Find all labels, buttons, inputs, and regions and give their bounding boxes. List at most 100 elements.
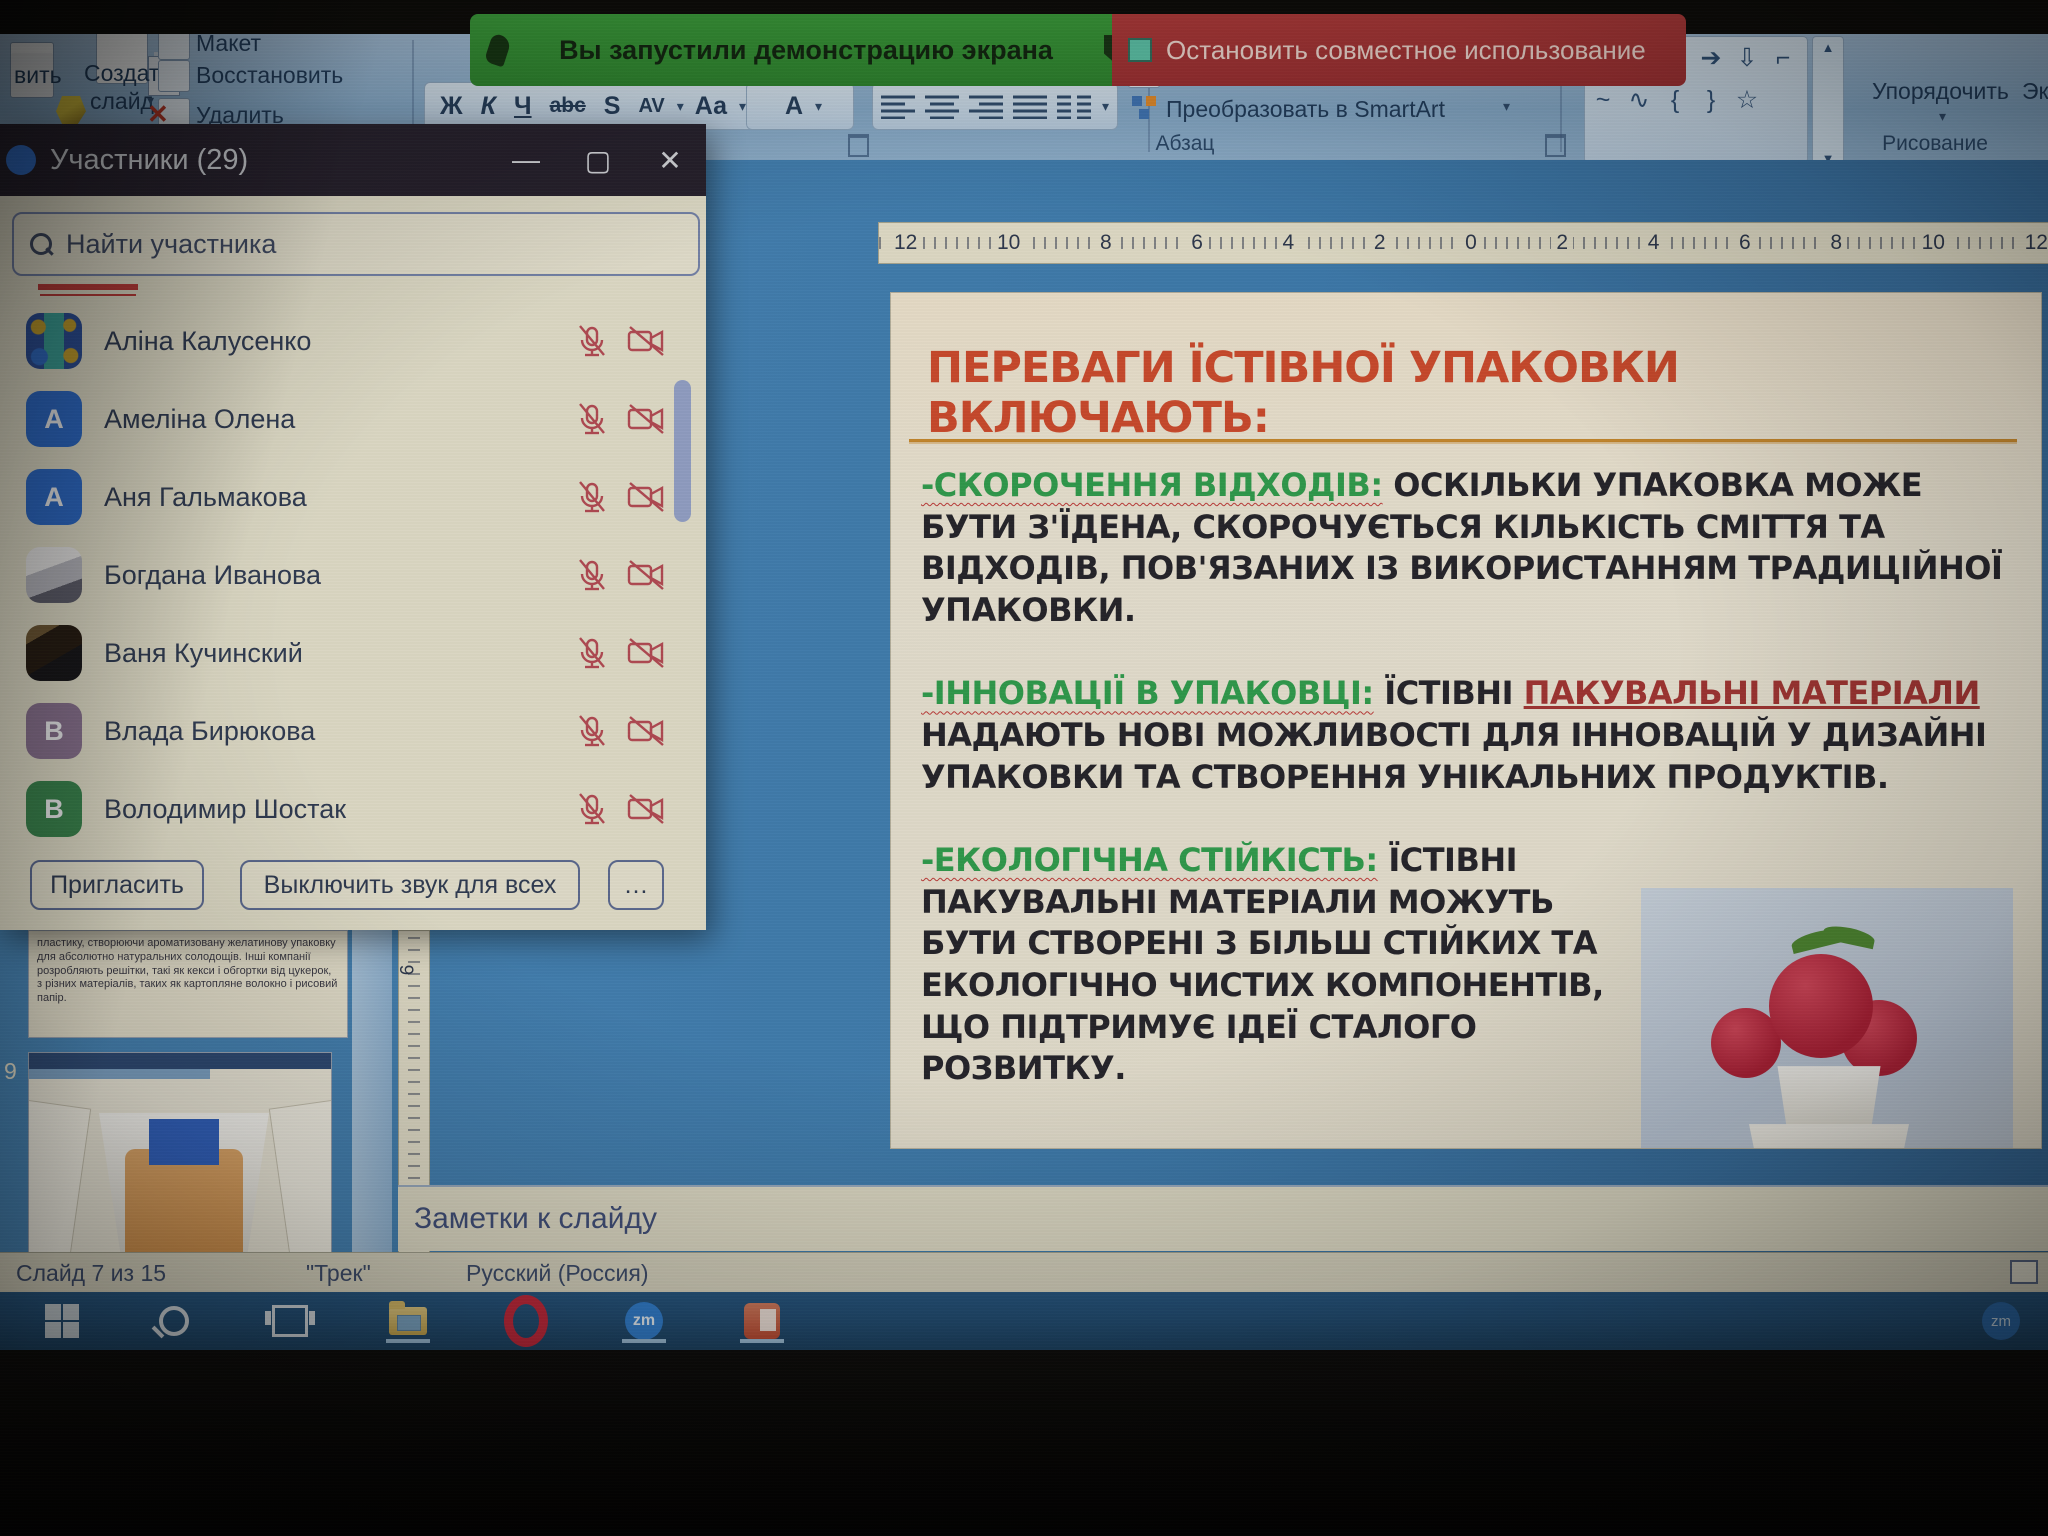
font-dialog-launcher-icon[interactable] [848, 134, 869, 157]
shape-glyph-icon[interactable]: } [1707, 86, 1715, 115]
shape-glyph-icon[interactable]: { [1671, 86, 1679, 115]
camera-off-icon[interactable] [626, 323, 666, 359]
align-center-button[interactable] [925, 93, 959, 119]
align-right-button[interactable] [969, 93, 1003, 119]
stop-share-label: Остановить совместное использование [1166, 35, 1646, 66]
mic-muted-icon[interactable] [574, 557, 610, 593]
maximize-button[interactable]: ▢ [562, 144, 634, 177]
avatar-letter: А [44, 404, 64, 435]
powerpoint-icon [744, 1303, 780, 1339]
zoom-tray-icon[interactable]: zm [1982, 1302, 2020, 1340]
mic-muted-icon[interactable] [574, 323, 610, 359]
mic-muted-icon[interactable] [574, 791, 610, 827]
paste-button-label[interactable]: вить [14, 62, 62, 89]
participant-row[interactable]: А Аня Гальмакова [0, 458, 706, 536]
slide-8-thumbnail[interactable]: пластику, створюючи ароматизовану желати… [28, 930, 348, 1038]
slide-body-text[interactable]: -СКОРОЧЕННЯ ВІДХОДІВ: ОСКІЛЬКИ УПАКОВКА … [921, 465, 2013, 1149]
participants-scrollbar[interactable] [674, 380, 691, 522]
reset-icon[interactable] [158, 60, 190, 92]
zoom-app-button[interactable]: zm [622, 1299, 666, 1343]
more-options-button[interactable]: … [608, 860, 664, 910]
mic-muted-icon[interactable] [574, 479, 610, 515]
mute-all-button[interactable]: Выключить звук для всех [240, 860, 580, 910]
zoom-icon: zm [625, 1302, 663, 1340]
justify-button[interactable] [1013, 93, 1047, 119]
express-styles-label[interactable]: Экспресс- [2022, 78, 2048, 105]
ruler-number: 12 [889, 231, 922, 255]
character-spacing-button[interactable]: AV [631, 93, 671, 120]
avatar: А [26, 391, 82, 447]
camera-off-icon[interactable] [626, 791, 666, 827]
underline-button[interactable]: Ч [507, 90, 539, 123]
mic-muted-icon[interactable] [574, 635, 610, 671]
task-view-button[interactable] [268, 1299, 312, 1343]
participant-row[interactable]: Ваня Кучинский [0, 614, 706, 692]
bold-button[interactable]: Ж [433, 90, 470, 123]
mic-muted-icon[interactable] [574, 401, 610, 437]
participant-row[interactable]: В Влада Бирюкова [0, 692, 706, 770]
font-color-caret-icon[interactable]: ▾ [815, 98, 822, 115]
align-left-button[interactable] [881, 93, 915, 119]
paragraph-dialog-launcher-icon[interactable] [1545, 134, 1566, 157]
camera-off-icon[interactable] [626, 401, 666, 437]
minimize-button[interactable]: — [490, 144, 562, 176]
slide-9-number: 9 [4, 1058, 17, 1085]
packaging-materials-link[interactable]: ПАКУВАЛЬНІ МАТЕРІАЛИ [1524, 674, 1980, 712]
camera-off-icon[interactable] [626, 479, 666, 515]
character-spacing-caret-icon[interactable]: ▾ [677, 98, 684, 115]
shape-glyph-icon[interactable]: ➔ [1701, 43, 1722, 73]
shape-glyph-icon[interactable]: ⌐ [1776, 44, 1791, 73]
arrange-label[interactable]: Упорядочить [1872, 78, 2009, 105]
search-icon [159, 1306, 189, 1336]
participant-search-input[interactable]: Найти участника [12, 212, 700, 276]
smartart-caret-icon[interactable]: ▾ [1503, 98, 1510, 115]
shadow-button[interactable]: S [597, 90, 628, 123]
file-explorer-button[interactable] [386, 1299, 430, 1343]
camera-off-icon[interactable] [626, 557, 666, 593]
quick-styles-icon[interactable] [1886, 38, 1944, 72]
windows-logo-icon [45, 1304, 79, 1338]
bullet-lead-green: -ЕКОЛОГІЧНА СТІЙКІСТЬ: [921, 841, 1378, 879]
start-button[interactable] [40, 1299, 84, 1343]
strikethrough-button[interactable]: abc [543, 92, 593, 120]
participant-row[interactable]: В Володимир Шостак [0, 770, 706, 848]
columns-caret-icon[interactable]: ▾ [1102, 98, 1109, 115]
shape-glyph-icon[interactable]: ⇩ [1737, 43, 1758, 73]
mic-muted-icon[interactable] [574, 713, 610, 749]
italic-button[interactable]: К [474, 90, 503, 123]
arrange-caret-icon[interactable]: ▾ [1939, 108, 1946, 125]
change-case-button[interactable]: Аа [688, 90, 734, 123]
shapes-scroll-up-icon[interactable]: ▲ [1822, 40, 1835, 55]
view-mode-icon[interactable] [2010, 1260, 2038, 1284]
participants-title-bar[interactable]: Участники (29) — ▢ ✕ [0, 124, 706, 196]
powerpoint-app-button[interactable] [740, 1299, 784, 1343]
shape-glyph-icon[interactable]: ∿ [1629, 85, 1650, 115]
horizontal-ruler: 12108642024681012 [878, 222, 2048, 264]
smartart-icon[interactable] [1132, 96, 1158, 120]
slide-title[interactable]: ПЕРЕВАГИ ЇСТІВНОЇ УПАКОВКИ ВКЛЮЧАЮТЬ: [927, 343, 2007, 443]
slide-canvas[interactable]: ПЕРЕВАГИ ЇСТІВНОЇ УПАКОВКИ ВКЛЮЧАЮТЬ: -С… [890, 292, 2042, 1149]
reset-button-label[interactable]: Восстановить [196, 62, 343, 89]
shapes-scroll-buttons: ▲ ▼ [1812, 36, 1844, 170]
slide-notes-field[interactable]: Заметки к слайду [398, 1185, 2048, 1251]
smartart-label[interactable]: Преобразовать в SmartArt [1166, 96, 1445, 123]
participant-name: Володимир Шостак [104, 794, 552, 825]
new-slide-label-2[interactable]: слайд [90, 88, 154, 115]
opera-browser-button[interactable] [504, 1299, 548, 1343]
stop-share-button[interactable]: Остановить совместное использование [1112, 14, 1686, 86]
taskbar-search-button[interactable] [152, 1299, 196, 1343]
paragraph-group-label: Абзац [1100, 132, 1270, 156]
participant-name: Аня Гальмакова [104, 482, 552, 513]
camera-off-icon[interactable] [626, 713, 666, 749]
columns-button[interactable] [1057, 93, 1091, 119]
camera-off-icon[interactable] [626, 635, 666, 671]
language-indicator[interactable]: Русский (Россия) [466, 1260, 648, 1287]
shape-glyph-icon[interactable]: ~ [1596, 86, 1611, 115]
participant-row[interactable]: Аліна Калусенко [0, 302, 706, 380]
close-button[interactable]: ✕ [634, 144, 706, 177]
invite-button[interactable]: Пригласить [30, 860, 204, 910]
participant-row[interactable]: А Амеліна Олена [0, 380, 706, 458]
font-color-button[interactable]: А [778, 90, 810, 123]
shape-glyph-icon[interactable]: ☆ [1736, 85, 1758, 115]
participant-row[interactable]: Богдана Иванова [0, 536, 706, 614]
